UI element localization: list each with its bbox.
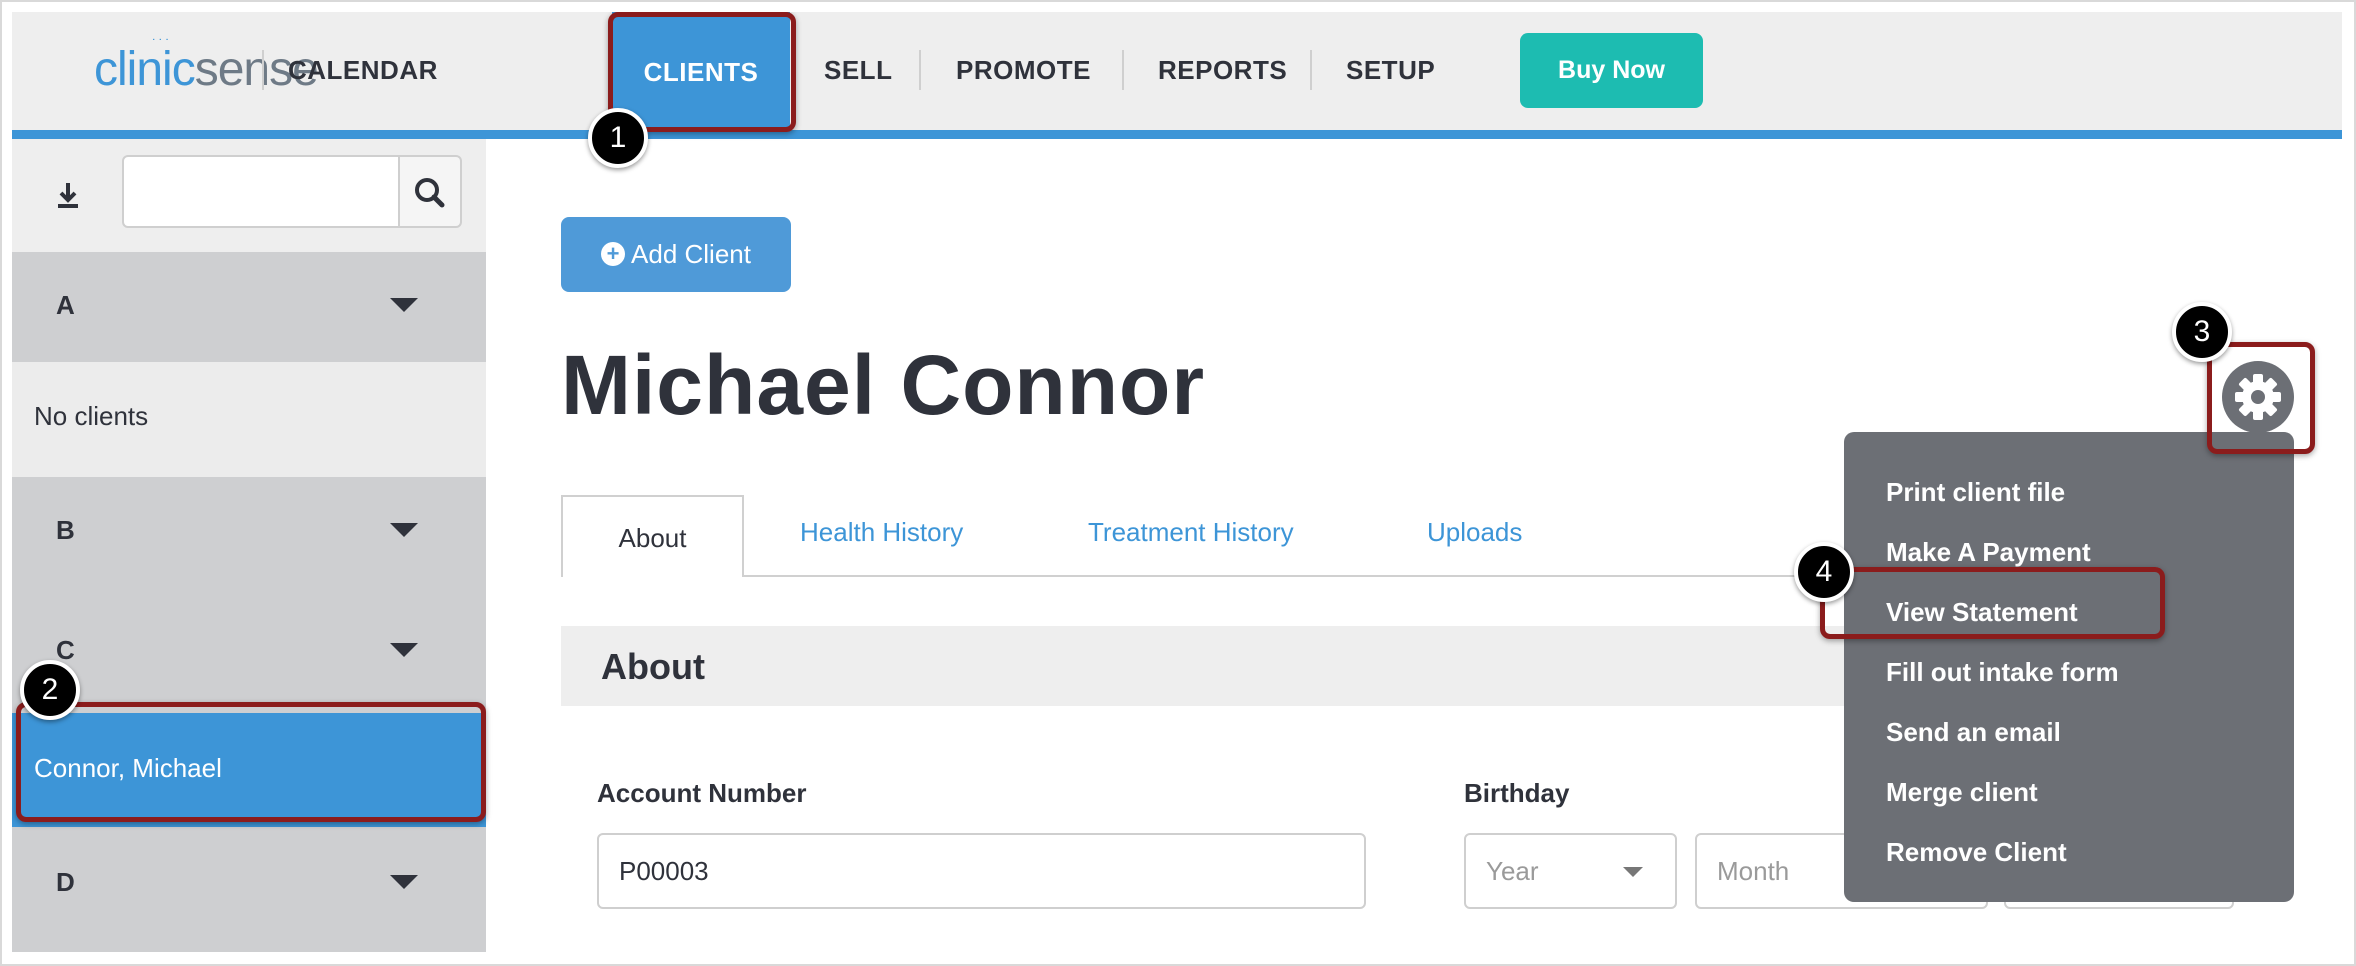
- group-letter: B: [56, 515, 75, 545]
- birthday-year-select[interactable]: Year: [1464, 833, 1677, 909]
- tab-treatment-history[interactable]: Treatment History: [1088, 517, 1294, 548]
- nav-divider: [919, 50, 921, 90]
- add-client-label: Add Client: [631, 239, 751, 269]
- app-frame: clinicsense ˙˙˙ CALENDAR CLIENTS SELL PR…: [12, 12, 2342, 952]
- client-search-input[interactable]: [122, 155, 400, 228]
- account-number-label: Account Number: [597, 778, 807, 808]
- tab-health-history[interactable]: Health History: [800, 517, 963, 548]
- nav-divider: [262, 50, 264, 90]
- no-clients-text: No clients: [34, 401, 149, 431]
- highlight-box-view-statement: [1820, 567, 2165, 639]
- step-badge-3: 3: [2172, 302, 2232, 362]
- client-actions-menu: Print client file Make A Payment View St…: [1844, 432, 2294, 902]
- about-section-header: About: [561, 626, 1961, 706]
- search-button[interactable]: [400, 155, 462, 228]
- menu-fill-out-intake-form[interactable]: Fill out intake form: [1886, 657, 2119, 688]
- sidebar-search-row: [12, 139, 486, 252]
- chevron-down-icon: [1623, 867, 1643, 877]
- account-number-field[interactable]: P00003: [597, 833, 1366, 909]
- nav-divider: [1122, 50, 1124, 90]
- month-placeholder: Month: [1717, 856, 1790, 886]
- group-header-b[interactable]: B: [12, 477, 486, 587]
- group-header-c[interactable]: C: [12, 587, 486, 713]
- buy-now-button[interactable]: Buy Now: [1520, 33, 1703, 108]
- menu-print-client-file[interactable]: Print client file: [1886, 477, 2065, 508]
- logo-text-clinic: clinic: [94, 43, 196, 96]
- caret-down-icon: [390, 643, 418, 657]
- add-client-button[interactable]: + Add Client: [561, 217, 791, 292]
- client-name-heading: Michael Connor: [561, 338, 1206, 432]
- caret-down-icon: [390, 298, 418, 312]
- nav-sell[interactable]: SELL: [824, 48, 892, 92]
- highlight-box-client-item: [16, 702, 486, 822]
- nav-setup[interactable]: SETUP: [1346, 48, 1435, 92]
- menu-merge-client[interactable]: Merge client: [1886, 777, 2038, 808]
- plus-circle-icon: +: [601, 242, 626, 266]
- nav-reports[interactable]: REPORTS: [1158, 48, 1287, 92]
- nav-promote[interactable]: PROMOTE: [956, 48, 1091, 92]
- download-icon[interactable]: [50, 177, 86, 213]
- menu-make-a-payment[interactable]: Make A Payment: [1886, 537, 2091, 568]
- tab-about[interactable]: About: [561, 495, 744, 577]
- group-letter: D: [56, 867, 75, 897]
- section-title: About: [601, 646, 705, 687]
- group-header-d[interactable]: D: [12, 827, 486, 952]
- step-badge-4: 4: [1794, 542, 1854, 602]
- nav-divider: [1310, 50, 1312, 90]
- caret-down-icon: [390, 523, 418, 537]
- birthday-label: Birthday: [1464, 778, 1570, 808]
- year-placeholder: Year: [1486, 856, 1539, 886]
- tab-uploads[interactable]: Uploads: [1427, 517, 1522, 548]
- clinicsense-logo[interactable]: clinicsense ˙˙˙: [94, 36, 319, 97]
- step-badge-2: 2: [20, 660, 80, 720]
- highlight-box-gear: [2207, 342, 2315, 454]
- menu-send-an-email[interactable]: Send an email: [1886, 717, 2061, 748]
- step-badge-1: 1: [588, 108, 648, 168]
- group-letter: A: [56, 290, 75, 320]
- menu-remove-client[interactable]: Remove Client: [1886, 837, 2067, 868]
- client-sidebar: A No clients B C Connor, Michael D: [12, 139, 486, 952]
- top-navigation: clinicsense ˙˙˙ CALENDAR CLIENTS SELL PR…: [12, 12, 2342, 139]
- nav-calendar[interactable]: CALENDAR: [288, 48, 438, 92]
- caret-down-icon: [390, 875, 418, 889]
- logo-dots-icon: ˙˙˙: [152, 36, 172, 52]
- search-icon: [415, 178, 445, 208]
- tabs-divider: [561, 575, 1961, 577]
- group-header-a[interactable]: A: [12, 252, 486, 362]
